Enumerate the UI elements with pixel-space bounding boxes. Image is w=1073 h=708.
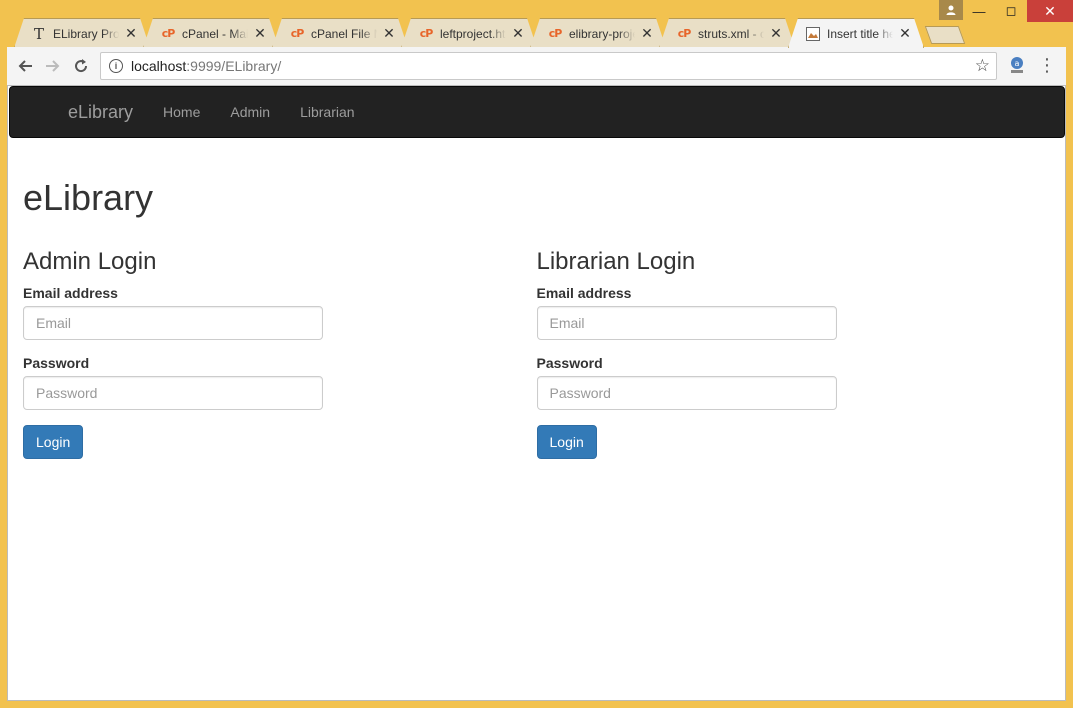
image-icon <box>805 26 821 42</box>
tab-strip: T ELibrary Project ✕ cP cPanel - Main ✕ … <box>14 18 974 48</box>
librarian-email-label: Email address <box>536 284 632 301</box>
tab-title: cPanel File Manager <box>311 26 377 41</box>
back-arrow-icon <box>18 60 32 72</box>
menu-button[interactable]: ⋮ <box>1037 53 1057 77</box>
tab-close-icon[interactable]: ✕ <box>381 25 397 42</box>
nav-link-librarian[interactable]: Librarian <box>285 104 369 120</box>
admin-login-heading: Admin Login <box>23 247 157 275</box>
tab-insert-title[interactable]: Insert title here ✕ <box>788 18 924 48</box>
url-path: :9999/ELibrary/ <box>186 58 282 74</box>
new-tab-button[interactable] <box>924 26 966 44</box>
more-vert-icon: ⋮ <box>1038 54 1056 75</box>
tab-title: Insert title here <box>827 26 893 41</box>
tab-title: cPanel - Main <box>182 26 248 41</box>
tab-close-icon[interactable]: ✕ <box>768 25 784 42</box>
minimize-icon: — <box>972 3 986 19</box>
librarian-password-group: Password <box>536 354 1051 410</box>
tab-elibrary-project[interactable]: T ELibrary Project ✕ <box>14 18 150 48</box>
tab-cpanel-file-manager[interactable]: cP cPanel File Manager ✕ <box>272 18 408 48</box>
extension-button[interactable]: a <box>1007 55 1027 75</box>
tab-elibrary-project-cpanel[interactable]: cP elibrary-project ✕ <box>530 18 666 48</box>
reload-icon <box>75 59 88 73</box>
url-host: localhost <box>131 58 187 74</box>
address-bar[interactable]: i localhost:9999/ELibrary/ ☆ <box>100 52 997 80</box>
tab-cpanel-main[interactable]: cP cPanel - Main ✕ <box>143 18 279 48</box>
cpanel-icon: cP <box>677 27 691 40</box>
tab-title: ELibrary Project <box>53 26 119 41</box>
admin-password-input[interactable] <box>23 375 323 410</box>
librarian-login-button[interactable]: Login <box>536 424 597 459</box>
bookmark-star-icon[interactable]: ☆ <box>975 56 990 76</box>
tab-struts-xml[interactable]: cP struts.xml - cPanel ✕ <box>659 18 795 48</box>
main-container: eLibrary Admin Login Email address Passw… <box>8 138 1065 459</box>
admin-password-label: Password <box>23 354 90 371</box>
librarian-login-heading: Librarian Login <box>536 247 696 275</box>
site-navbar: eLibrary Home Admin Librarian <box>9 86 1065 138</box>
reload-button[interactable] <box>67 52 95 80</box>
admin-email-label: Email address <box>23 284 118 301</box>
admin-login-button[interactable]: Login <box>23 424 84 459</box>
tab-title: leftproject.html <box>440 26 506 41</box>
cpanel-icon: cP <box>290 27 304 40</box>
cpanel-icon: cP <box>548 27 562 40</box>
browser-toolbar: i localhost:9999/ELibrary/ ☆ a ⋮ <box>7 47 1066 85</box>
admin-email-input[interactable] <box>23 305 323 340</box>
tab-close-icon[interactable]: ✕ <box>510 25 526 42</box>
nav-link-admin[interactable]: Admin <box>215 104 285 120</box>
info-icon[interactable]: i <box>109 59 123 73</box>
librarian-email-group: Email address <box>536 284 1051 340</box>
tab-leftproject[interactable]: cP leftproject.html ✕ <box>401 18 537 48</box>
page-title: eLibrary <box>23 177 154 218</box>
cpanel-icon: cP <box>161 27 175 40</box>
librarian-login-section: Librarian Login Email address Password L… <box>536 228 1051 459</box>
admin-login-section: Admin Login Email address Password Login <box>23 228 537 459</box>
maximize-button[interactable]: ◻ <box>995 0 1027 22</box>
profile-button[interactable] <box>939 0 963 20</box>
tab-close-icon[interactable]: ✕ <box>897 25 913 42</box>
close-icon: ✕ <box>1044 2 1056 19</box>
back-button[interactable] <box>11 52 39 80</box>
page-viewport: eLibrary Home Admin Librarian eLibrary A… <box>7 85 1066 701</box>
tab-title: elibrary-project <box>569 26 635 41</box>
forward-button[interactable] <box>39 52 67 80</box>
tab-title: struts.xml - cPanel <box>698 26 764 41</box>
admin-password-group: Password <box>23 355 537 410</box>
tab-close-icon[interactable]: ✕ <box>639 25 655 42</box>
maximize-icon: ◻ <box>1005 3 1017 18</box>
librarian-password-input[interactable] <box>536 375 837 410</box>
cpanel-icon: cP <box>419 27 433 40</box>
text-doc-icon: T <box>33 24 44 43</box>
librarian-email-input[interactable] <box>536 305 837 340</box>
tab-close-icon[interactable]: ✕ <box>123 25 139 42</box>
extension-icon: a <box>1011 57 1023 73</box>
login-row: Admin Login Email address Password Login… <box>23 228 1050 459</box>
tab-close-icon[interactable]: ✕ <box>252 25 268 42</box>
svg-text:a: a <box>1015 59 1020 68</box>
nav-link-home[interactable]: Home <box>148 104 215 120</box>
forward-arrow-icon <box>46 60 60 72</box>
person-icon <box>946 5 956 15</box>
librarian-password-label: Password <box>536 354 603 371</box>
admin-email-group: Email address <box>23 285 537 340</box>
navbar-brand[interactable]: eLibrary <box>68 102 133 123</box>
close-window-button[interactable]: ✕ <box>1027 0 1073 22</box>
